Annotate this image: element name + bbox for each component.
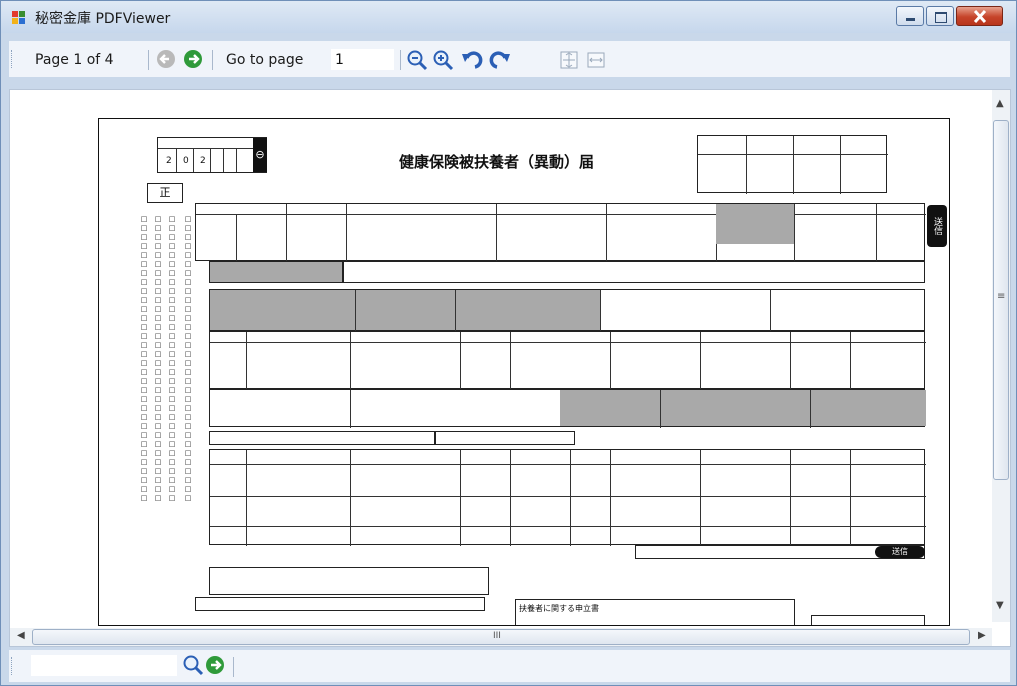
goto-page-input[interactable] — [331, 49, 394, 70]
document-title: 健康保険被扶養者（異動）届 — [399, 153, 595, 171]
close-button[interactable] — [956, 6, 1003, 26]
zoom-out-button[interactable] — [406, 49, 428, 71]
thumb-grip: III — [493, 631, 501, 641]
circle-mark: ⊖ — [253, 138, 267, 172]
form-section-1 — [195, 203, 926, 262]
scroll-down-arrow-icon[interactable]: ▼ — [996, 600, 1004, 611]
vertical-scroll-thumb[interactable]: ≡ — [993, 120, 1009, 480]
maximize-icon — [935, 12, 947, 23]
form-section-4 — [209, 389, 926, 428]
pdf-viewer-window: 秘密金庫 PDFViewer Page 1 of 4 Go to page 1 … — [0, 0, 1017, 686]
date-digit: 2 — [200, 156, 206, 166]
fit-width-button[interactable] — [585, 49, 607, 71]
forward-arrow-icon — [189, 54, 200, 64]
minimize-button[interactable] — [896, 6, 924, 26]
form-row — [209, 431, 435, 445]
shaded-cell — [209, 261, 343, 283]
page-status: Page 1 of 4 — [35, 52, 114, 68]
search-icon — [183, 655, 204, 676]
back-arrow-icon — [159, 54, 169, 64]
form-section-2 — [209, 289, 925, 332]
fit-page-icon — [560, 51, 578, 69]
vertical-notes: □□□□□□□□□□□□□□□□□□□□□□□□□□□□□□□□ — [184, 215, 192, 503]
pdf-page: 2 0 2 ⊖ 健康保険被扶養者（異動）届 正 送信 送信 扶養者に関する申立書… — [98, 118, 950, 626]
dependents-table — [209, 449, 926, 546]
original-stamp: 正 — [147, 183, 183, 203]
toolbar-grip[interactable] — [11, 657, 14, 675]
toolbar-separator — [148, 50, 149, 70]
close-icon — [973, 10, 987, 23]
search-input[interactable] — [31, 655, 177, 676]
toolbar-separator — [212, 50, 213, 70]
note-row — [195, 597, 485, 611]
date-digit: 0 — [183, 156, 189, 166]
document-viewer[interactable]: 2 0 2 ⊖ 健康保険被扶養者（異動）届 正 送信 送信 扶養者に関する申立書… — [9, 89, 1011, 647]
goto-page-label: Go to page — [226, 52, 304, 68]
app-icon — [12, 11, 26, 25]
scroll-up-arrow-icon[interactable]: ▲ — [996, 98, 1004, 109]
zoom-in-icon — [433, 50, 454, 71]
vertical-notes: □□□□□□□□□□□□□□□□□□□□□□□□□□□□□□□□ — [154, 215, 162, 503]
toolbar: Page 1 of 4 Go to page — [9, 41, 1010, 77]
zoom-in-button[interactable] — [432, 49, 454, 71]
vertical-scrollbar[interactable]: ▲ ≡ ▼ — [992, 90, 1010, 622]
horizontal-scrollbar[interactable]: ◀ III ▶ — [10, 628, 992, 646]
form-section-3 — [209, 331, 926, 390]
title-bar: 秘密金庫 PDFViewer — [1, 1, 1016, 33]
applicant-row — [811, 615, 925, 625]
send-tab-top: 送信 — [927, 205, 947, 247]
toolbar-grip[interactable] — [11, 50, 14, 68]
rotate-left-icon — [462, 51, 483, 69]
zoom-out-icon — [407, 50, 428, 71]
previous-page-button[interactable] — [157, 50, 175, 68]
forward-arrow-icon — [211, 660, 222, 670]
date-digit: 2 — [166, 156, 172, 166]
toolbar-separator — [400, 50, 401, 70]
toolbar-separator — [233, 657, 234, 677]
note-box — [209, 567, 489, 595]
next-page-button[interactable] — [184, 50, 202, 68]
scroll-left-arrow-icon[interactable]: ◀ — [17, 630, 25, 641]
vertical-notes: □□□□□□□□□□□□□□□□□□□□□□□□□□□□□□□□ — [140, 215, 148, 503]
form-row — [435, 431, 575, 445]
rotate-left-button[interactable] — [461, 49, 483, 71]
horizontal-scroll-thumb[interactable]: III — [32, 629, 970, 645]
search-button[interactable] — [182, 654, 204, 676]
applicant-box — [515, 599, 795, 625]
search-toolbar — [9, 650, 1010, 682]
minimize-icon — [906, 18, 915, 21]
scroll-right-arrow-icon[interactable]: ▶ — [978, 630, 986, 641]
window-title: 秘密金庫 PDFViewer — [35, 11, 171, 27]
date-box: 2 0 2 ⊖ — [157, 137, 267, 173]
fit-page-button[interactable] — [558, 49, 580, 71]
stamp-grid — [697, 135, 888, 194]
rotate-right-button[interactable] — [489, 49, 511, 71]
rotate-right-icon — [489, 51, 510, 69]
send-tab-bottom: 送信 — [875, 546, 925, 558]
maximize-button[interactable] — [926, 6, 954, 26]
fit-width-icon — [587, 52, 605, 68]
form-row — [343, 261, 925, 283]
search-next-button[interactable] — [206, 656, 224, 674]
vertical-notes: □□□□□□□□□□□□□□□□□□□□□□□□□□□□□□□□ — [168, 215, 176, 503]
thumb-grip: ≡ — [997, 291, 1006, 302]
